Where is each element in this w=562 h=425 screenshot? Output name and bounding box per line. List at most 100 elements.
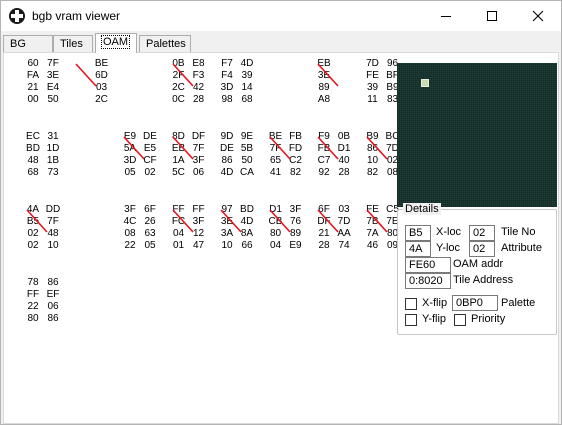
x-flip-checkbox[interactable] bbox=[405, 298, 417, 310]
byte-value: 3E bbox=[46, 70, 60, 81]
tile-thumbnail bbox=[130, 206, 142, 226]
vram-viewer-window: bgb vram viewer BG map Tiles OAM Palette… bbox=[0, 0, 562, 425]
x-loc-label: X-loc bbox=[436, 226, 462, 238]
sprite-entry[interactable]: F9 FB C7 92 0B D1 40 28 bbox=[314, 131, 354, 183]
byte-value: 80 bbox=[27, 313, 39, 324]
byte-value: 48 bbox=[27, 155, 39, 166]
tile-thumbnail bbox=[373, 133, 385, 153]
tile-thumbnail bbox=[33, 133, 45, 153]
sprite-entry[interactable]: BE 7F 65 41 FB FD C2 82 bbox=[266, 131, 306, 183]
byte-value: 9E bbox=[240, 131, 254, 142]
sprite-right-bytes: 9E 5B 50 CA bbox=[237, 131, 257, 179]
sprite-entry[interactable]: EC BD 48 68 31 1D 1B 73 bbox=[23, 131, 63, 183]
sprite-right-bytes: 86 EF 06 86 bbox=[43, 277, 63, 325]
sprite-entry[interactable]: FF FC 04 01 FF 3F 12 47 bbox=[169, 204, 209, 256]
byte-value: 1D bbox=[46, 143, 60, 154]
tile-thumbnail bbox=[33, 60, 45, 80]
byte-value: 26 bbox=[144, 216, 156, 227]
y-loc-field[interactable]: 4A bbox=[405, 241, 431, 257]
palette-label: Palette bbox=[501, 297, 536, 309]
tile-thumbnail bbox=[324, 206, 336, 226]
minimize-button[interactable] bbox=[423, 1, 469, 31]
x-loc-field[interactable]: B5 bbox=[405, 225, 431, 241]
tile-no-field[interactable]: 02 bbox=[469, 225, 495, 241]
tile-thumbnail bbox=[276, 133, 288, 153]
sprite-right-bytes: 7F 3E E4 50 bbox=[43, 58, 63, 106]
minimize-icon bbox=[441, 15, 451, 17]
y-flip-label: Y-flip bbox=[422, 313, 447, 325]
priority-checkbox[interactable] bbox=[454, 314, 466, 326]
sprite-entry[interactable]: 9D DE 86 4D 9E 5B 50 CA bbox=[217, 131, 257, 183]
tile-thumbnail bbox=[373, 60, 385, 80]
tile-address-field[interactable]: 0:8020 bbox=[405, 273, 451, 289]
maximize-icon bbox=[487, 11, 497, 21]
sprite-entry[interactable]: 97 3E 3A 10 BD 4D 8A 66 bbox=[217, 204, 257, 256]
tile-address-label: Tile Address bbox=[453, 274, 514, 286]
tile-thumbnail bbox=[33, 206, 45, 226]
byte-value: 22 bbox=[27, 301, 39, 312]
x-flip-label: X-flip bbox=[422, 297, 448, 309]
tile-thumbnail bbox=[276, 206, 288, 226]
byte-value: 39 bbox=[241, 70, 253, 81]
sprite-entry[interactable]: D1 CB 80 04 3F 76 89 E9 bbox=[266, 204, 306, 256]
close-button[interactable] bbox=[515, 1, 561, 31]
oam-addr-field[interactable]: FE60 bbox=[405, 257, 451, 273]
byte-value: 39 bbox=[366, 82, 379, 93]
byte-value: 86 bbox=[47, 313, 59, 324]
close-icon bbox=[532, 10, 544, 22]
byte-value: 50 bbox=[241, 155, 253, 166]
byte-value: 6F bbox=[144, 204, 156, 215]
sprite-entry[interactable]: 3F 4C 08 22 6F 26 63 05 bbox=[120, 204, 160, 256]
tab-tiles[interactable]: Tiles bbox=[53, 35, 93, 53]
byte-value: 63 bbox=[144, 228, 156, 239]
y-flip-checkbox[interactable] bbox=[405, 314, 417, 326]
screen-preview[interactable] bbox=[397, 63, 557, 207]
tab-label: Tiles bbox=[60, 38, 83, 50]
byte-value: 50 bbox=[47, 94, 59, 105]
selected-sprite-marker bbox=[421, 79, 429, 87]
tile-thumbnail bbox=[179, 206, 191, 226]
details-legend: Details bbox=[403, 203, 441, 215]
sprite-entry[interactable]: E9 5A 3D 05 DE E5 CF 02 bbox=[120, 131, 160, 183]
byte-value: 22 bbox=[124, 240, 136, 251]
byte-value: 06 bbox=[47, 301, 59, 312]
sprite-entry[interactable]: EB 3E 89 A8 bbox=[314, 58, 354, 110]
byte-value: 00 bbox=[27, 94, 39, 105]
byte-value: EF bbox=[46, 289, 60, 300]
tab-palettes[interactable]: Palettes bbox=[139, 35, 191, 53]
byte-value: 11 bbox=[367, 94, 378, 105]
tab-bg-map[interactable]: BG map bbox=[3, 35, 53, 62]
byte-value: 98 bbox=[221, 94, 233, 105]
attribute-field[interactable]: 02 bbox=[469, 241, 495, 257]
sprite-right-bytes: 31 1D 1B 73 bbox=[43, 131, 63, 179]
sprite-entry[interactable]: 78 FF 22 80 86 EF 06 86 bbox=[23, 277, 63, 329]
tile-thumbnail bbox=[227, 133, 239, 153]
byte-value: 05 bbox=[144, 240, 156, 251]
tab-label: OAM bbox=[100, 35, 131, 49]
sprite-entry[interactable]: BE 6D 03 2C bbox=[72, 58, 112, 110]
tile-thumbnail bbox=[324, 60, 336, 80]
tile-thumbnail bbox=[130, 133, 142, 153]
tile-thumbnail bbox=[227, 60, 239, 80]
sprite-entry[interactable]: 60 FA 21 00 7F 3E E4 50 bbox=[23, 58, 63, 110]
window-title: bgb vram viewer bbox=[32, 9, 121, 23]
title-bar[interactable]: bgb vram viewer bbox=[1, 1, 561, 31]
byte-value: 1B bbox=[46, 155, 60, 166]
sprite-entry[interactable]: 6F DF 21 28 03 7D AA 74 bbox=[314, 204, 354, 256]
maximize-button[interactable] bbox=[469, 1, 515, 31]
byte-value: 86 bbox=[47, 277, 59, 288]
sprite-entry[interactable]: F7 F4 3D 98 4D 39 14 68 bbox=[217, 58, 257, 110]
sprite-entry[interactable]: 0B 2F 2C 0C E8 F3 42 28 bbox=[169, 58, 209, 110]
sprite-entry[interactable]: 4A B5 02 02 DD 7F 48 10 bbox=[23, 204, 63, 256]
tile-thumbnail bbox=[179, 133, 191, 153]
palette-field[interactable]: 0BP0 bbox=[452, 295, 498, 311]
tab-oam[interactable]: OAM bbox=[95, 33, 137, 53]
byte-value: 3D bbox=[220, 82, 234, 93]
byte-value: 68 bbox=[27, 167, 39, 178]
tile-no-label: Tile No bbox=[501, 226, 536, 238]
app-icon bbox=[9, 8, 25, 24]
byte-value: 08 bbox=[124, 228, 136, 239]
sprite-entry[interactable]: 8D EB 1A 5C DF 7F 3F 06 bbox=[169, 131, 209, 183]
byte-value: 21 bbox=[27, 82, 39, 93]
tab-label: Palettes bbox=[146, 38, 186, 50]
